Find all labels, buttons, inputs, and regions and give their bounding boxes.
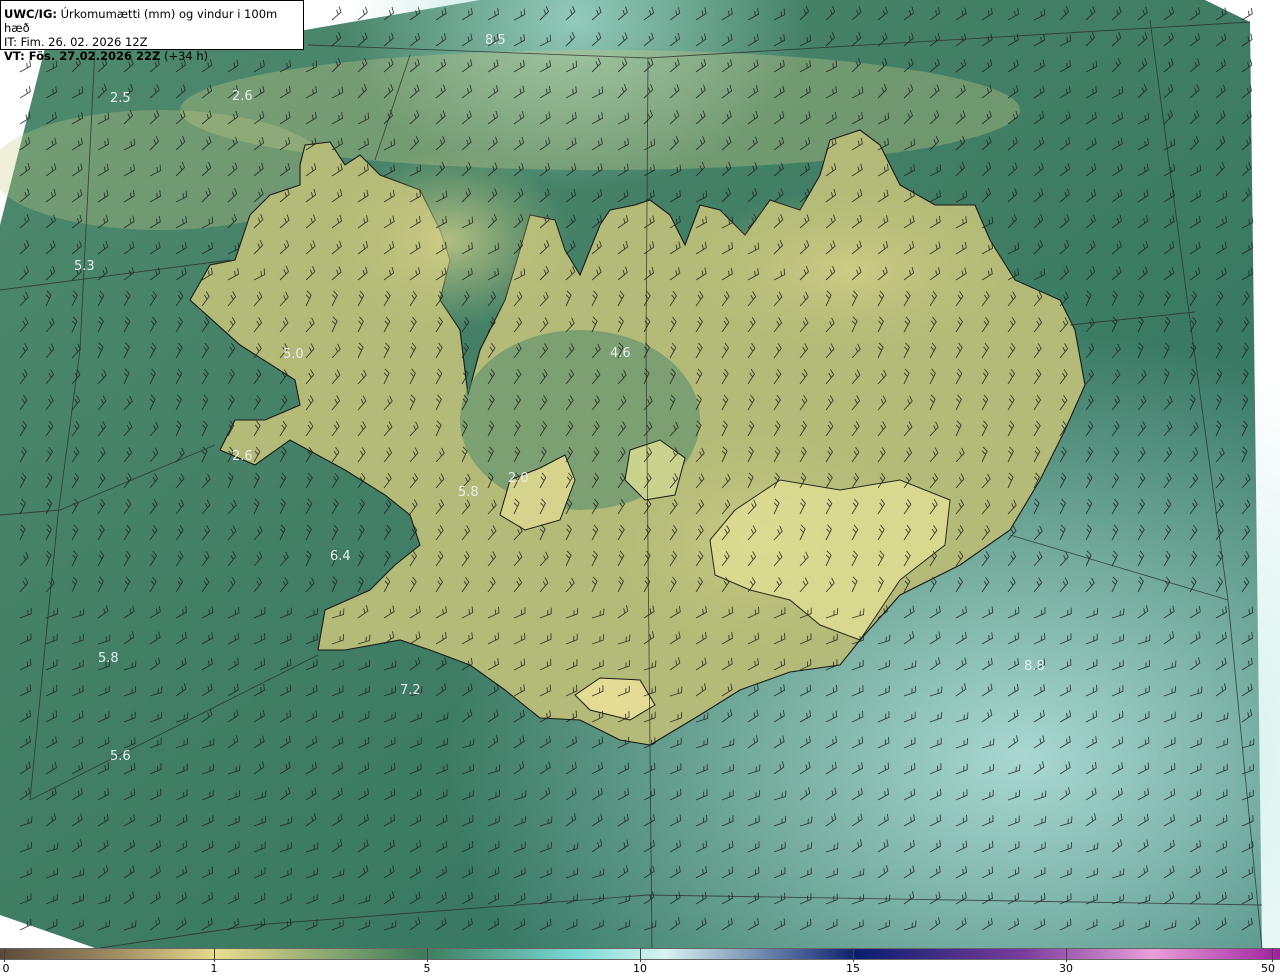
colorbar-tick-label: 10 bbox=[633, 962, 647, 975]
map-label: 7.2 bbox=[400, 683, 421, 698]
map-label: 2.6 bbox=[232, 449, 253, 464]
colorbar-tick-mark bbox=[214, 948, 215, 962]
colorbar-tick-label: 5 bbox=[423, 962, 431, 975]
colorbar-tick-mark bbox=[853, 948, 854, 962]
title-line-product: UWC/IG: Úrkomumætti (mm) og vindur i 100… bbox=[4, 7, 303, 35]
map-label: 5.0 bbox=[283, 347, 304, 362]
colorbar-tick-label: 0 bbox=[2, 962, 10, 975]
valid-time: VT: Fös. 27.02.2026 22Z bbox=[4, 49, 161, 63]
map-label: 6.4 bbox=[330, 549, 351, 564]
colorbar-tick-mark bbox=[1272, 948, 1273, 962]
init-time: IT: Fim. 26. 02. 2026 12Z bbox=[4, 35, 148, 49]
colorbar-tick-mark bbox=[427, 948, 428, 962]
land-high-precip-east bbox=[690, 190, 1010, 350]
map-label: 5.3 bbox=[74, 259, 95, 274]
precipitation-wind-map: 8.5 2.5 2.6 5.3 5.0 4.6 2.6 5.8 2.0 6.4 … bbox=[0, 0, 1280, 948]
colorbar-tick-label: 50 bbox=[1261, 962, 1275, 975]
colorbar-tick-label: 15 bbox=[846, 962, 860, 975]
land-high-precip-north bbox=[330, 150, 570, 330]
map-label: 4.6 bbox=[610, 346, 631, 361]
map-title-box: UWC/IG: Úrkomumætti (mm) og vindur i 100… bbox=[0, 0, 304, 63]
product-name: UWC/IG: bbox=[4, 7, 57, 21]
title-line-valid: VT: Fös. 27.02.2026 22Z (+34 h) bbox=[4, 49, 303, 63]
map-label: 5.8 bbox=[98, 651, 119, 666]
colorbar-tick-label: 30 bbox=[1059, 962, 1073, 975]
colorbar-tick-mark bbox=[640, 948, 641, 962]
colorbar-tick-mark bbox=[4, 948, 5, 962]
map-label: 2.5 bbox=[110, 91, 131, 106]
map-label: 2.6 bbox=[232, 89, 253, 104]
map-label: 8.8 bbox=[1024, 659, 1045, 674]
colorbar-tick-label: 1 bbox=[210, 962, 218, 975]
map-label: 5.8 bbox=[458, 485, 479, 500]
colorbar-tick-mark bbox=[1066, 948, 1067, 962]
map-label: 2.0 bbox=[508, 471, 529, 486]
lead-time: (+34 h) bbox=[163, 49, 209, 63]
map-label: 5.6 bbox=[110, 749, 131, 764]
map-label: 8.5 bbox=[485, 33, 506, 48]
